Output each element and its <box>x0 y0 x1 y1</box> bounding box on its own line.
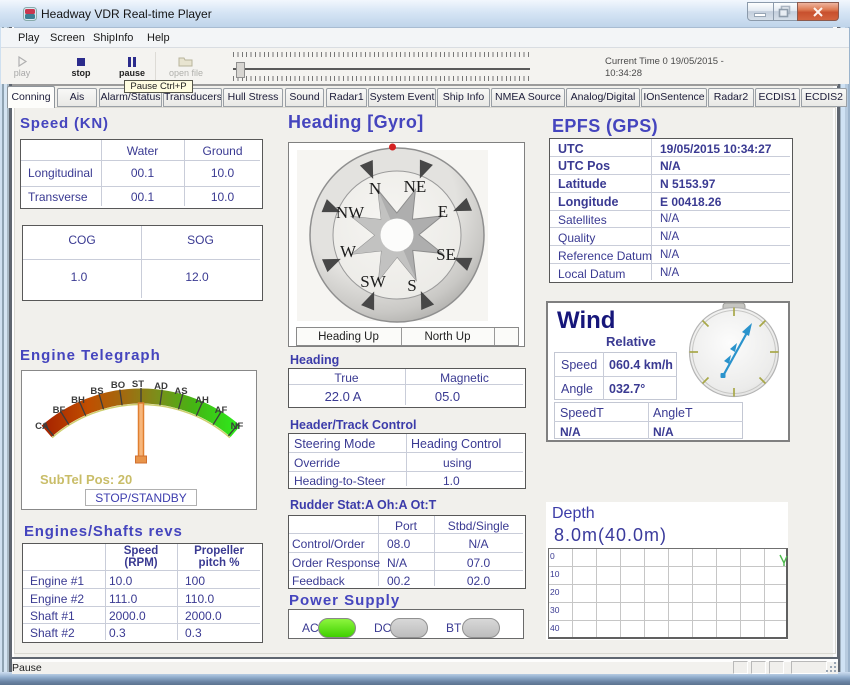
svg-text:N: N <box>369 179 381 198</box>
svg-text:NE: NE <box>404 177 427 196</box>
svg-text:SE: SE <box>436 245 456 264</box>
svg-text:NW: NW <box>336 203 365 222</box>
svg-text:S: S <box>407 276 416 295</box>
svg-text:W: W <box>340 242 357 261</box>
svg-text:SW: SW <box>360 272 386 291</box>
svg-text:E: E <box>438 202 448 221</box>
